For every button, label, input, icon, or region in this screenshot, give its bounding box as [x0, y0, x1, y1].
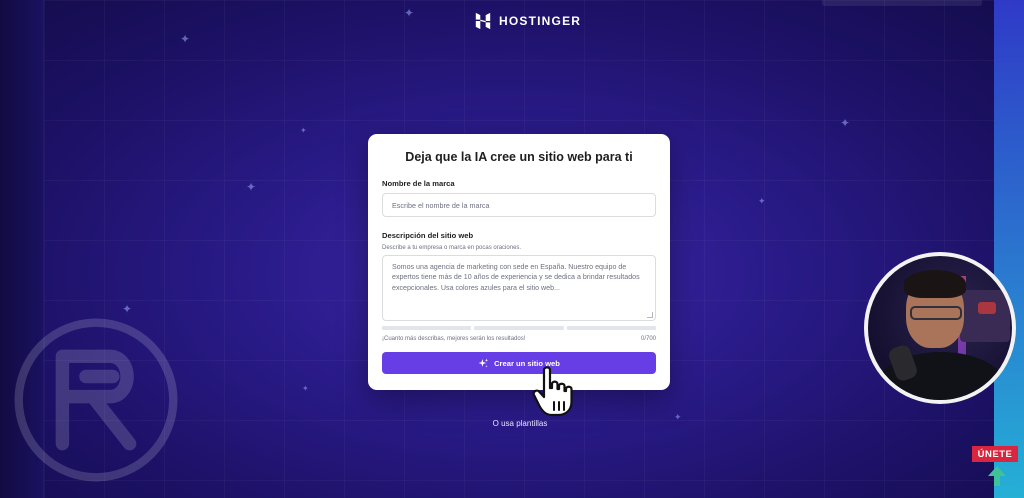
description-hint: ¡Cuanto más describas, mejores serán los…	[382, 336, 526, 342]
description-helper: Describe a tu empresa o marca en pocas o…	[382, 245, 522, 251]
presenter-hair	[904, 270, 966, 298]
description-strength-meter	[382, 326, 656, 330]
background-shelf	[960, 290, 1010, 342]
brand-name: HOSTINGER	[499, 14, 582, 28]
sparkle-decoration: ✦	[758, 196, 766, 206]
character-count: 0/700	[640, 336, 656, 342]
description-meta-row: ¡Cuanto más describas, mejores serán los…	[382, 336, 656, 342]
sparkle-decoration: ✦	[674, 412, 682, 422]
page-background: ✦ ✦ ✦ ✦ ✦ ✦ ✦ ✦ ✦ HOSTINGER Deja que la …	[0, 0, 1024, 498]
channel-emblem-icon	[14, 318, 178, 482]
hostinger-logo-icon	[475, 12, 491, 30]
sparkle-decoration: ✦	[122, 302, 133, 316]
strength-segment	[566, 326, 656, 330]
sparkle-decoration: ✦	[300, 126, 307, 135]
right-edge-gradient	[994, 0, 1024, 498]
sparkle-decoration: ✦	[840, 116, 851, 130]
webcam-overlay	[864, 252, 1016, 404]
join-badge[interactable]: ÚNETE	[972, 446, 1018, 462]
create-website-button[interactable]: Crear un sitio web	[382, 352, 656, 374]
sparkle-decoration: ✦	[180, 32, 191, 46]
card-title: Deja que la IA cree un sitio web para ti	[405, 150, 633, 164]
description-textarea[interactable]: Somos una agencia de marketing con sede …	[382, 255, 656, 321]
presenter-glasses	[910, 306, 962, 320]
use-templates-link[interactable]: O usa plantillas	[478, 419, 562, 428]
top-faded-overlay	[822, 0, 982, 6]
strength-segment	[382, 326, 472, 330]
brand-name-input[interactable]: Escribe el nombre de la marca	[382, 193, 656, 217]
description-label: Descripción del sitio web	[382, 231, 474, 240]
brand-name-placeholder: Escribe el nombre de la marca	[392, 200, 490, 210]
resize-handle-icon[interactable]	[647, 312, 653, 318]
play-button-icon	[978, 302, 996, 314]
strength-segment	[474, 326, 564, 330]
description-text: Somos una agencia de marketing con sede …	[392, 263, 640, 292]
up-arrow-icon	[988, 466, 1006, 486]
sparkle-decoration: ✦	[246, 180, 257, 194]
hostinger-logo[interactable]: HOSTINGER	[474, 10, 581, 32]
sparkles-icon	[478, 358, 489, 367]
sparkle-decoration: ✦	[302, 384, 309, 393]
hand-cursor-icon	[532, 366, 573, 417]
ai-website-builder-card: Deja que la IA cree un sitio web para ti…	[368, 134, 670, 390]
sparkle-decoration: ✦	[404, 6, 415, 20]
brand-name-label: Nombre de la marca	[382, 179, 455, 188]
